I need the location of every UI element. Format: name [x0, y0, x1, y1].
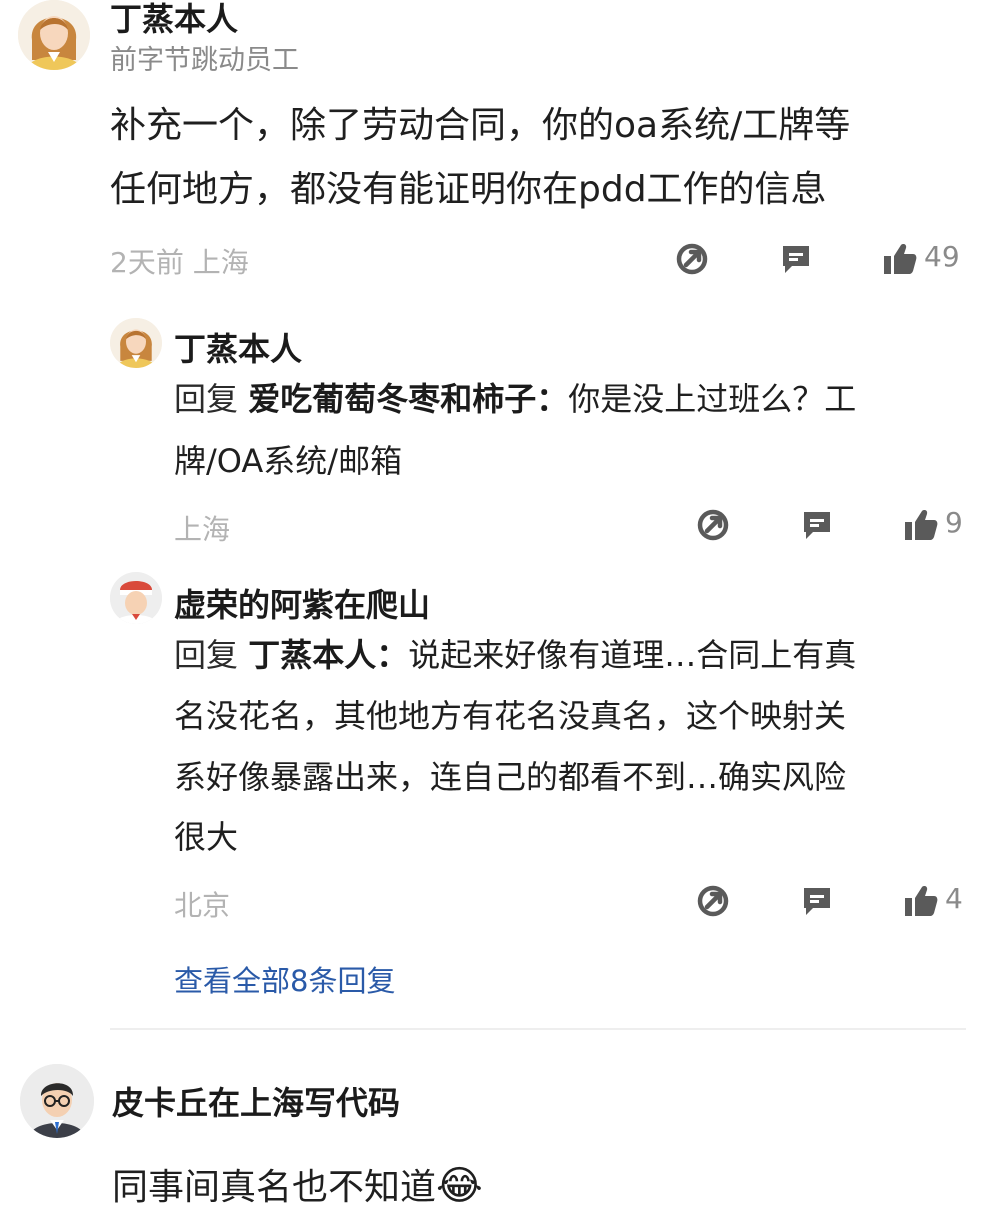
reply-target-user[interactable]: 丁蒸本人： — [248, 636, 408, 674]
reply-location: 北京 — [174, 889, 231, 922]
comment-text-body: 同事间真名也不知道 — [112, 1167, 437, 1208]
like-count: 49 — [924, 240, 960, 273]
reply-text-line: 名没花名，其他地方有花名没真名，这个映射关 — [174, 697, 847, 735]
thumbs-up-icon[interactable] — [903, 508, 939, 542]
thumbs-up-icon[interactable] — [903, 884, 939, 918]
avatar-woman-icon — [18, 0, 90, 70]
author-name[interactable]: 虚荣的阿紫在爬山 — [174, 580, 430, 626]
reply-text-line: 回复 丁蒸本人：说起来好像有道理…合同上有真 — [174, 630, 856, 676]
author-name[interactable]: 丁蒸本人 — [110, 0, 238, 40]
reply-location: 上海 — [174, 513, 231, 546]
comment-text-line: 补充一个，除了劳动合同，你的oa系统/工牌等 — [110, 105, 851, 146]
avatar[interactable] — [110, 318, 162, 368]
view-all-replies-link[interactable]: 查看全部8条回复 — [174, 958, 395, 1000]
reply-text-line: 系好像暴露出来，连自己的都看不到…确实风险 — [174, 758, 847, 796]
avatar[interactable] — [18, 0, 90, 70]
like-count: 9 — [945, 506, 963, 539]
avatar[interactable] — [20, 1064, 94, 1138]
reply-text: 你是没上过班么？工 — [568, 380, 857, 418]
thumbs-up-icon[interactable] — [882, 242, 918, 276]
author-name[interactable]: 皮卡丘在上海写代码 — [112, 1078, 400, 1124]
author-title: 前字节跳动员工 — [110, 45, 299, 76]
like-count: 4 — [945, 882, 963, 915]
reply-text-line: 很大 — [174, 818, 239, 856]
share-icon[interactable] — [675, 242, 709, 276]
reply-text-line: 牌/OA系统/邮箱 — [174, 442, 403, 480]
comment-icon[interactable] — [800, 884, 834, 918]
share-icon[interactable] — [696, 508, 730, 542]
laughing-crying-emoji-icon: 😂 — [436, 1163, 483, 1209]
reply-text: 说起来好像有道理…合同上有真 — [408, 636, 857, 674]
comment-time-location: 2天前 上海 — [110, 246, 249, 279]
divider — [110, 1028, 966, 1030]
comment-text-line: 任何地方，都没有能证明你在pdd工作的信息 — [110, 169, 827, 210]
share-icon[interactable] — [696, 884, 730, 918]
avatar-chef-icon — [110, 572, 162, 624]
comment-text: 同事间真名也不知道😂 — [112, 1158, 483, 1210]
avatar-man-glasses-icon — [20, 1064, 94, 1138]
avatar-woman-icon — [110, 318, 162, 368]
author-name[interactable]: 丁蒸本人 — [174, 324, 302, 370]
reply-target-user[interactable]: 爱吃葡萄冬枣和柿子： — [248, 380, 568, 418]
comment-icon[interactable] — [779, 242, 813, 276]
reply-prefix: 回复 — [174, 380, 249, 418]
avatar[interactable] — [110, 572, 162, 624]
reply-prefix: 回复 — [174, 636, 249, 674]
reply-text-line: 回复 爱吃葡萄冬枣和柿子：你是没上过班么？工 — [174, 374, 856, 420]
comment-icon[interactable] — [800, 508, 834, 542]
